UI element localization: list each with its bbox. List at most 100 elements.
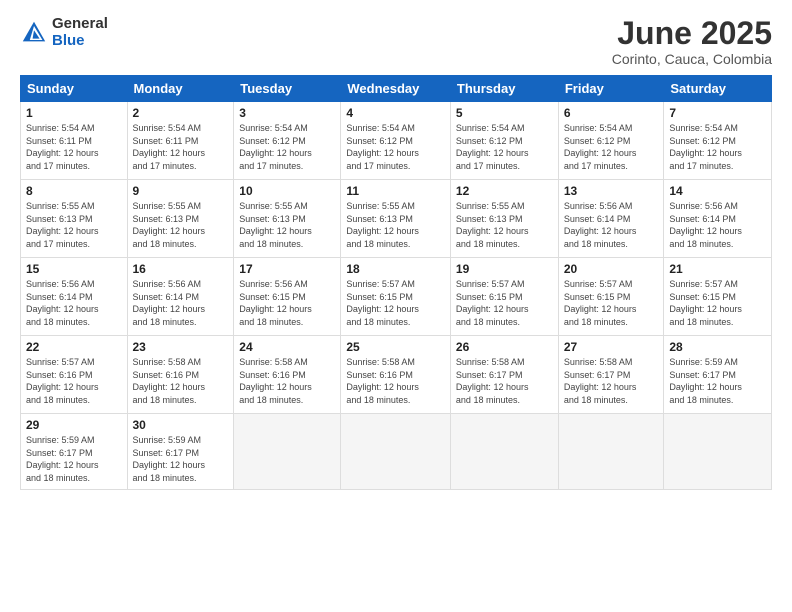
calendar-week-row: 1 Sunrise: 5:54 AMSunset: 6:11 PMDaylight…: [21, 102, 772, 180]
day-number: 28: [669, 340, 766, 354]
logo: General Blue: [20, 16, 108, 49]
calendar-cell: 5 Sunrise: 5:54 AMSunset: 6:12 PMDaylight…: [450, 102, 558, 180]
weekday-header-friday: Friday: [558, 76, 664, 102]
weekday-header-tuesday: Tuesday: [234, 76, 341, 102]
day-info: Sunrise: 5:57 AMSunset: 6:15 PMDaylight:…: [669, 278, 766, 328]
day-number: 5: [456, 106, 553, 120]
calendar-cell: 19 Sunrise: 5:57 AMSunset: 6:15 PMDayligh…: [450, 258, 558, 336]
day-number: 30: [133, 418, 229, 432]
day-number: 16: [133, 262, 229, 276]
day-number: 23: [133, 340, 229, 354]
weekday-header-saturday: Saturday: [664, 76, 772, 102]
day-number: 13: [564, 184, 659, 198]
weekday-header-wednesday: Wednesday: [341, 76, 451, 102]
day-number: 24: [239, 340, 335, 354]
month-title: June 2025: [612, 16, 772, 51]
day-info: Sunrise: 5:54 AMSunset: 6:11 PMDaylight:…: [26, 122, 122, 172]
calendar-cell: [450, 414, 558, 489]
day-number: 21: [669, 262, 766, 276]
calendar-cell: 11 Sunrise: 5:55 AMSunset: 6:13 PMDayligh…: [341, 180, 451, 258]
day-number: 26: [456, 340, 553, 354]
day-number: 27: [564, 340, 659, 354]
calendar-cell: 16 Sunrise: 5:56 AMSunset: 6:14 PMDayligh…: [127, 258, 234, 336]
day-number: 1: [26, 106, 122, 120]
day-number: 22: [26, 340, 122, 354]
calendar-cell: [341, 414, 451, 489]
day-number: 29: [26, 418, 122, 432]
day-number: 17: [239, 262, 335, 276]
day-info: Sunrise: 5:58 AMSunset: 6:16 PMDaylight:…: [346, 356, 445, 406]
calendar-cell: 3Sunrise: 5:54 AMSunset: 6:12 PMDaylight…: [234, 102, 341, 180]
day-number: 20: [564, 262, 659, 276]
calendar-cell: 4Sunrise: 5:54 AMSunset: 6:12 PMDaylight…: [341, 102, 451, 180]
calendar-cell: 12 Sunrise: 5:55 AMSunset: 6:13 PMDayligh…: [450, 180, 558, 258]
day-info: Sunrise: 5:56 AMSunset: 6:14 PMDaylight:…: [133, 278, 229, 328]
calendar-cell: 28 Sunrise: 5:59 AMSunset: 6:17 PMDayligh…: [664, 336, 772, 414]
logo-text: General Blue: [52, 16, 108, 49]
day-info: Sunrise: 5:59 AMSunset: 6:17 PMDaylight:…: [26, 434, 122, 484]
calendar-cell: [234, 414, 341, 489]
day-number: 4: [346, 106, 445, 120]
subtitle: Corinto, Cauca, Colombia: [612, 51, 772, 67]
calendar-cell: 26Sunrise: 5:58 AMSunset: 6:17 PMDayligh…: [450, 336, 558, 414]
day-info: Sunrise: 5:55 AMSunset: 6:13 PMDaylight:…: [26, 200, 122, 250]
day-info: Sunrise: 5:59 AMSunset: 6:17 PMDaylight:…: [133, 434, 229, 484]
day-info: Sunrise: 5:54 AMSunset: 6:12 PMDaylight:…: [564, 122, 659, 172]
day-info: Sunrise: 5:57 AMSunset: 6:15 PMDaylight:…: [456, 278, 553, 328]
day-info: Sunrise: 5:55 AMSunset: 6:13 PMDaylight:…: [133, 200, 229, 250]
day-info: Sunrise: 5:57 AMSunset: 6:15 PMDaylight:…: [346, 278, 445, 328]
day-info: Sunrise: 5:55 AMSunset: 6:13 PMDaylight:…: [456, 200, 553, 250]
calendar-cell: 15 Sunrise: 5:56 AMSunset: 6:14 PMDayligh…: [21, 258, 128, 336]
calendar-cell: 23 Sunrise: 5:58 AMSunset: 6:16 PMDayligh…: [127, 336, 234, 414]
calendar-cell: 30 Sunrise: 5:59 AMSunset: 6:17 PMDayligh…: [127, 414, 234, 489]
calendar-cell: 10 Sunrise: 5:55 AMSunset: 6:13 PMDayligh…: [234, 180, 341, 258]
day-info: Sunrise: 5:58 AMSunset: 6:16 PMDaylight:…: [133, 356, 229, 406]
day-number: 8: [26, 184, 122, 198]
calendar-cell: 9 Sunrise: 5:55 AMSunset: 6:13 PMDaylight…: [127, 180, 234, 258]
calendar-week-row: 22 Sunrise: 5:57 AMSunset: 6:16 PMDayligh…: [21, 336, 772, 414]
calendar-cell: 7Sunrise: 5:54 AMSunset: 6:12 PMDaylight…: [664, 102, 772, 180]
day-number: 11: [346, 184, 445, 198]
day-number: 19: [456, 262, 553, 276]
day-info: Sunrise: 5:55 AMSunset: 6:13 PMDaylight:…: [346, 200, 445, 250]
day-info: Sunrise: 5:54 AMSunset: 6:11 PMDaylight:…: [133, 122, 229, 172]
header: General Blue June 2025 Corinto, Cauca, C…: [20, 16, 772, 67]
calendar-cell: 25 Sunrise: 5:58 AMSunset: 6:16 PMDayligh…: [341, 336, 451, 414]
day-number: 15: [26, 262, 122, 276]
calendar-cell: [558, 414, 664, 489]
calendar-cell: 18 Sunrise: 5:57 AMSunset: 6:15 PMDayligh…: [341, 258, 451, 336]
calendar-cell: 27 Sunrise: 5:58 AMSunset: 6:17 PMDayligh…: [558, 336, 664, 414]
day-number: 25: [346, 340, 445, 354]
weekday-header-sunday: Sunday: [21, 76, 128, 102]
weekday-header-monday: Monday: [127, 76, 234, 102]
day-info: Sunrise: 5:56 AMSunset: 6:14 PMDaylight:…: [26, 278, 122, 328]
calendar-cell: 1 Sunrise: 5:54 AMSunset: 6:11 PMDaylight…: [21, 102, 128, 180]
day-number: 18: [346, 262, 445, 276]
day-number: 2: [133, 106, 229, 120]
day-info: Sunrise: 5:58 AMSunset: 6:17 PMDaylight:…: [564, 356, 659, 406]
calendar-week-row: 15 Sunrise: 5:56 AMSunset: 6:14 PMDayligh…: [21, 258, 772, 336]
page: General Blue June 2025 Corinto, Cauca, C…: [0, 0, 792, 612]
day-info: Sunrise: 5:56 AMSunset: 6:14 PMDaylight:…: [564, 200, 659, 250]
day-number: 9: [133, 184, 229, 198]
day-number: 12: [456, 184, 553, 198]
day-info: Sunrise: 5:56 AMSunset: 6:15 PMDaylight:…: [239, 278, 335, 328]
day-info: Sunrise: 5:54 AMSunset: 6:12 PMDaylight:…: [456, 122, 553, 172]
calendar-header-row: SundayMondayTuesdayWednesdayThursdayFrid…: [21, 76, 772, 102]
calendar-cell: 2 Sunrise: 5:54 AMSunset: 6:11 PMDaylight…: [127, 102, 234, 180]
calendar-cell: 14Sunrise: 5:56 AMSunset: 6:14 PMDayligh…: [664, 180, 772, 258]
day-number: 10: [239, 184, 335, 198]
calendar-cell: 29 Sunrise: 5:59 AMSunset: 6:17 PMDayligh…: [21, 414, 128, 489]
logo-icon: [20, 19, 48, 47]
day-info: Sunrise: 5:54 AMSunset: 6:12 PMDaylight:…: [669, 122, 766, 172]
day-number: 14: [669, 184, 766, 198]
day-number: 6: [564, 106, 659, 120]
logo-blue: Blue: [52, 33, 108, 50]
calendar-cell: 20 Sunrise: 5:57 AMSunset: 6:15 PMDayligh…: [558, 258, 664, 336]
day-info: Sunrise: 5:59 AMSunset: 6:17 PMDaylight:…: [669, 356, 766, 406]
day-info: Sunrise: 5:57 AMSunset: 6:15 PMDaylight:…: [564, 278, 659, 328]
day-info: Sunrise: 5:57 AMSunset: 6:16 PMDaylight:…: [26, 356, 122, 406]
day-info: Sunrise: 5:55 AMSunset: 6:13 PMDaylight:…: [239, 200, 335, 250]
day-info: Sunrise: 5:54 AMSunset: 6:12 PMDaylight:…: [239, 122, 335, 172]
logo-general: General: [52, 16, 108, 33]
